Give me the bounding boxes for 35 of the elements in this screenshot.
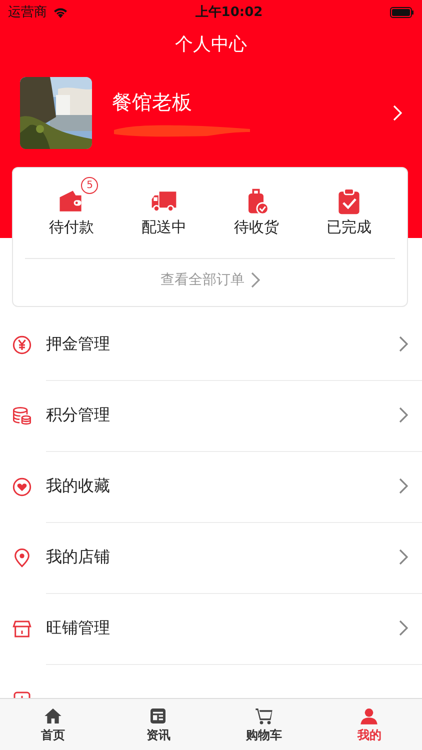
chevron-icon (250, 272, 260, 288)
cart-icon (254, 706, 274, 726)
chevron-icon (399, 336, 408, 352)
menu-item[interactable]: 我的收藏 (46, 476, 399, 496)
order-status-button[interactable]: 配送中 (118, 176, 210, 250)
menu-item[interactable]: 旺铺管理 (46, 618, 399, 638)
home-icon (42, 706, 63, 726)
coins-icon (12, 406, 32, 426)
tab-bar-item[interactable]: 资讯 (106, 699, 211, 750)
tab-bar-item[interactable]: 我的 (316, 699, 422, 750)
chevron-icon (399, 549, 408, 565)
count-badge: 5 (81, 177, 98, 194)
battery-icon (390, 6, 414, 18)
person-icon (359, 706, 380, 726)
user-name: 餐馆老板 (112, 88, 193, 116)
news-icon (148, 706, 168, 726)
chevron-icon (393, 105, 402, 121)
wifi-icon (53, 6, 68, 18)
menu-item[interactable]: 我的店铺 (46, 546, 399, 568)
menu-item[interactable]: 积分管理 (46, 404, 399, 426)
chevron-icon (399, 478, 408, 494)
yen-icon (12, 334, 32, 354)
tab-bar-item[interactable]: 购物车 (211, 699, 316, 750)
carrier-label: 运营商 (8, 4, 47, 21)
order-status-button[interactable]: 已完成 (302, 176, 395, 250)
order-status-button[interactable]: 待收货 (210, 176, 302, 250)
order-status-button[interactable]: 待付款 5 (25, 176, 118, 250)
location-pin-icon (12, 548, 32, 568)
tab-bar-item[interactable]: 首页 (0, 699, 106, 750)
chevron-icon (399, 620, 408, 636)
chevron-icon (399, 407, 408, 423)
shop-icon (12, 618, 32, 638)
status-time: 上午10:02 (195, 4, 263, 21)
menu-item[interactable]: 押金管理 (46, 334, 399, 354)
page-title: 个人中心 (174, 33, 248, 57)
